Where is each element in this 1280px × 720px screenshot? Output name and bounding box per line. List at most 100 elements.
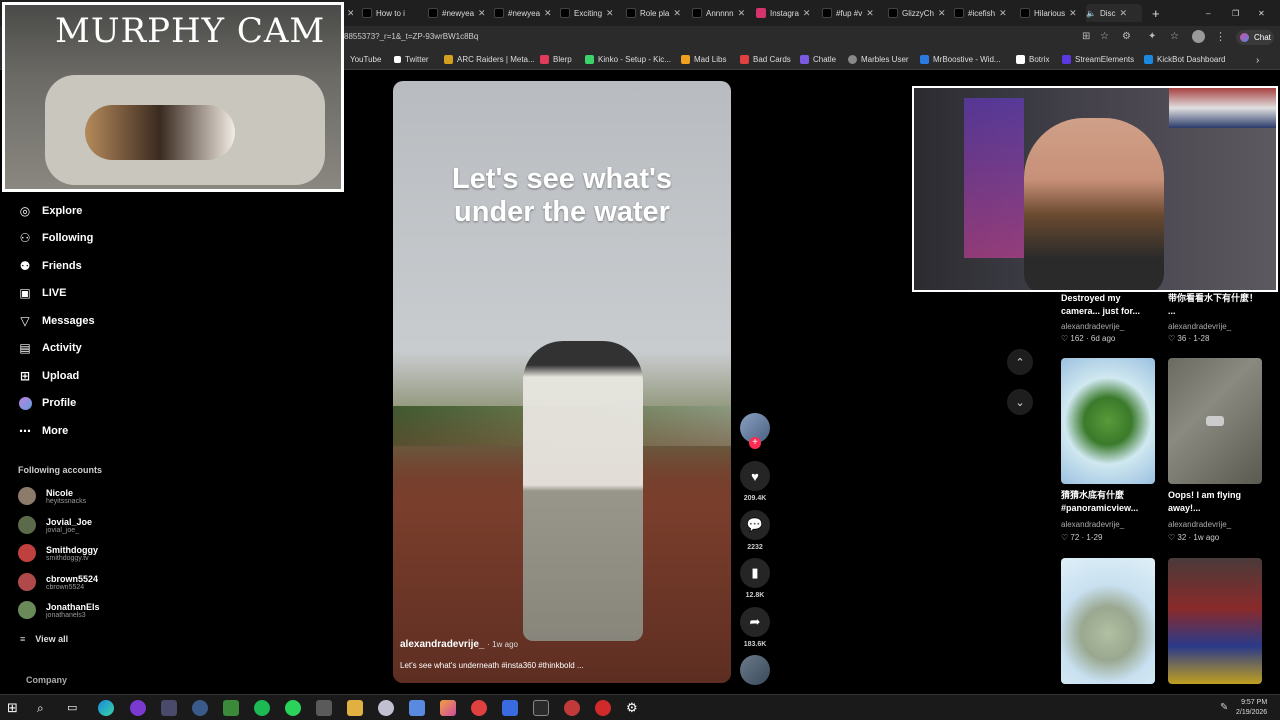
nav-following[interactable]: ⚇ Following <box>18 231 94 245</box>
account-jovial-joe[interactable]: Jovial_Joe jovial_joe_ <box>18 516 92 534</box>
bookmarks-overflow-icon[interactable]: › <box>1256 55 1259 66</box>
video-player[interactable]: Let's see what's under the water alexandr… <box>393 81 731 683</box>
account-cbrown5524[interactable]: cbrown5524 cbrown5524 <box>18 573 98 591</box>
view-all-button[interactable]: ≡ View all <box>20 634 68 644</box>
apps-icon[interactable]: ⊞ <box>1082 31 1090 42</box>
video-author[interactable]: alexandradevrije_ · 1w ago <box>400 639 518 650</box>
related-author-1[interactable]: alexandradevrije_ <box>1168 322 1231 331</box>
nav-messages[interactable]: ▽ Messages <box>18 314 94 328</box>
nav-explore[interactable]: ◎ Explore <box>18 204 83 218</box>
bookmark-0[interactable]: YouTube <box>350 55 381 64</box>
app-icon[interactable] <box>161 700 177 716</box>
app-icon[interactable] <box>471 700 487 716</box>
system-clock[interactable]: 9:57 PM 2/19/2026 <box>1236 698 1267 718</box>
app-icon[interactable] <box>285 700 301 716</box>
nav-profile[interactable]: Profile <box>18 396 76 410</box>
comment-button[interactable]: 💬 2232 <box>740 510 770 551</box>
nav-friends[interactable]: ⚉ Friends <box>18 259 82 273</box>
nav-upload[interactable]: ⊞ Upload <box>18 369 79 383</box>
extensions-puzzle-icon[interactable]: ✦ <box>1148 31 1156 42</box>
bookmark-11[interactable]: StreamElements <box>1062 55 1134 64</box>
star-icon[interactable]: ☆ <box>1100 31 1109 42</box>
account-jonathanels[interactable]: JonathanEls jonathanels3 <box>18 601 100 619</box>
tab-9[interactable]: #icefish ✕ <box>954 4 1012 22</box>
tab-8[interactable]: GlizzyCh ✕ <box>888 4 946 22</box>
like-button[interactable]: ♥ 209.4K <box>740 461 770 502</box>
nav-live[interactable]: ▣ LIVE <box>18 286 66 300</box>
related-caption-3[interactable]: Oops! I am flying away!... <box>1168 489 1262 515</box>
bookmark-7[interactable]: Chatle <box>800 55 836 64</box>
creator-avatar-button[interactable]: + <box>740 413 770 449</box>
share-button[interactable]: ➦ 183.6K <box>740 607 770 648</box>
extension-icon[interactable]: ⚙ <box>1122 31 1131 42</box>
related-thumbnail-2[interactable] <box>1061 358 1155 484</box>
company-link[interactable]: Company <box>26 675 67 685</box>
related-caption-1[interactable]: 带你看看水下有什麼！ ... <box>1168 292 1262 318</box>
related-author-3[interactable]: alexandradevrije_ <box>1168 520 1231 529</box>
profile-avatar[interactable] <box>1192 30 1205 43</box>
app-icon[interactable] <box>564 700 580 716</box>
settings-gear-icon[interactable]: ⚙ <box>626 700 642 716</box>
maximize-button[interactable]: ❐ <box>1232 4 1242 22</box>
app-icon[interactable] <box>502 700 518 716</box>
url-text[interactable]: 8855373?_r=1&_t=ZP-93wrBW1c8Bq <box>344 32 478 41</box>
edge-icon[interactable] <box>98 700 114 716</box>
bookmark-8[interactable]: Marbles User <box>848 55 909 64</box>
search-icon[interactable]: ⌕ <box>37 700 53 716</box>
file-explorer-icon[interactable] <box>347 700 363 716</box>
tab-0[interactable]: How to i <box>362 4 416 22</box>
window-close-button[interactable]: ✕ <box>1258 4 1268 22</box>
nav-more[interactable]: ⋯ More <box>18 424 68 438</box>
bookmark-9[interactable]: MrBoostive - Wid... <box>920 55 1001 64</box>
bookmarks-icon[interactable]: ☆ <box>1170 31 1179 42</box>
tab-10[interactable]: Hilarious ✕ <box>1020 4 1078 22</box>
related-caption-0[interactable]: Destroyed my camera... just for... <box>1061 292 1155 318</box>
bookmark-2[interactable]: ARC Raiders | Meta... <box>444 55 535 64</box>
bookmark-10[interactable]: Botrix <box>1016 55 1049 64</box>
bookmark-5[interactable]: Mad Libs <box>681 55 726 64</box>
related-thumbnail-4[interactable] <box>1061 558 1155 684</box>
related-thumbnail-5[interactable] <box>1168 558 1262 684</box>
related-thumbnail-3[interactable] <box>1168 358 1262 484</box>
bookmark-3[interactable]: Blerp <box>540 55 572 64</box>
nav-activity[interactable]: ▤ Activity <box>18 341 81 355</box>
app-icon[interactable] <box>130 700 146 716</box>
previous-video-button[interactable]: ⌃ <box>1007 349 1033 375</box>
menu-dots-icon[interactable]: ⋮ <box>1215 30 1226 43</box>
tab-close-fragment[interactable]: ✕ <box>343 4 353 22</box>
sound-avatar-button[interactable] <box>740 655 770 685</box>
account-nicole[interactable]: Nicole heyitssnacks <box>18 487 86 505</box>
tab-3[interactable]: Exciting ✕ <box>560 4 618 22</box>
follow-plus-icon[interactable]: + <box>749 437 761 449</box>
tab-1[interactable]: #newyea ✕ <box>428 4 486 22</box>
related-caption-2[interactable]: 猜猜水底有什麼 #panoramicview... <box>1061 489 1155 515</box>
related-author-0[interactable]: alexandradevrije_ <box>1061 322 1124 331</box>
app-icon[interactable] <box>440 700 456 716</box>
tab-7[interactable]: #fup #v ✕ <box>822 4 880 22</box>
tab-6[interactable]: Instagra ✕ <box>756 4 816 22</box>
terminal-icon[interactable] <box>533 700 549 716</box>
related-author-2[interactable]: alexandradevrije_ <box>1061 520 1124 529</box>
save-button[interactable]: ▮ 12.8K <box>740 558 770 599</box>
bookmark-4[interactable]: Kinko - Setup - Kic... <box>585 55 671 64</box>
app-icon[interactable] <box>223 700 239 716</box>
app-icon[interactable] <box>409 700 425 716</box>
tab-2[interactable]: #newyea ✕ <box>494 4 552 22</box>
app-icon[interactable] <box>316 700 332 716</box>
tab-active[interactable]: 🔈 Disc ✕ <box>1086 4 1142 22</box>
task-view-icon[interactable]: ▭ <box>67 700 83 716</box>
app-icon[interactable] <box>595 700 611 716</box>
bookmark-12[interactable]: KickBot Dashboard <box>1144 55 1225 64</box>
app-icon[interactable] <box>192 700 208 716</box>
pen-icon[interactable]: ✎ <box>1220 700 1236 716</box>
new-tab-button[interactable]: + <box>1152 4 1164 22</box>
minimize-button[interactable]: – <box>1206 4 1216 22</box>
app-icon[interactable] <box>378 700 394 716</box>
account-smithdoggy[interactable]: Smithdoggy smithdoggy.tv <box>18 544 98 562</box>
next-video-button[interactable]: ⌄ <box>1007 389 1033 415</box>
spotify-icon[interactable] <box>254 700 270 716</box>
windows-start-icon[interactable]: ⊞ <box>7 700 23 716</box>
tab-5[interactable]: Annnnn ✕ <box>692 4 750 22</box>
bookmark-6[interactable]: Bad Cards <box>740 55 791 64</box>
bookmark-1[interactable]: Twitter <box>394 55 429 64</box>
